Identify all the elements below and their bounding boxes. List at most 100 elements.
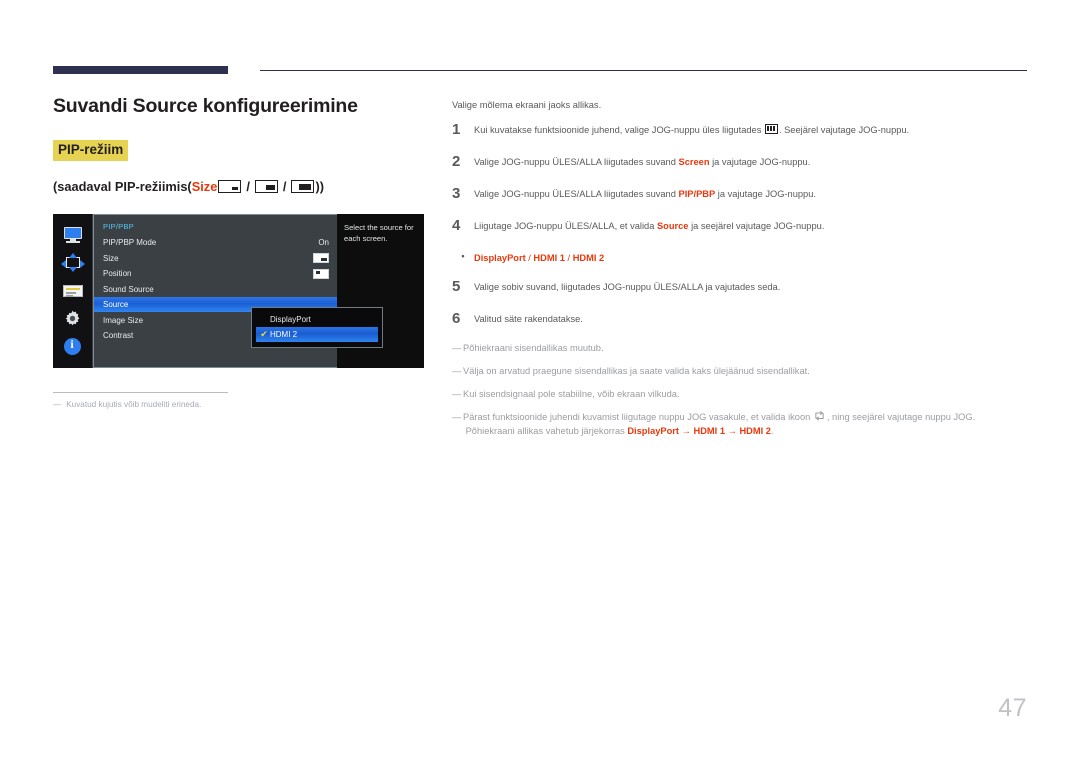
highlight-term: HDMI 2 — [739, 426, 771, 437]
text-run: , ning seejärel vajutage nuppu JOG. — [826, 412, 976, 423]
dropdown-option-label: HDMI 2 — [270, 329, 298, 339]
note-text: Kuvatud kujutis võib mudeliti erineda. — [66, 399, 202, 409]
monitor-icon[interactable] — [61, 225, 85, 244]
step-number: 1 — [452, 121, 461, 138]
osd-panel-icon[interactable] — [61, 281, 85, 300]
page-number: 47 — [998, 694, 1027, 722]
text-run: Valige JOG-nuppu ÜLES/ALLA liigutades su… — [474, 156, 679, 167]
menu-icon — [764, 124, 778, 134]
step-number: 3 — [452, 184, 461, 202]
dropdown-option-label: DisplayPort — [270, 314, 311, 324]
note-text: Pärast funktsioonide juhendi kuvamist li… — [463, 411, 1027, 439]
text-run: ja vajutage JOG-nuppu. — [715, 188, 816, 199]
source-dropdown: DisplayPort ✔ HDMI 2 — [251, 306, 383, 348]
osd-row-label: PIP/PBP Mode — [103, 238, 157, 248]
mode-badge: PIP-režiim — [53, 140, 129, 161]
step-number: • — [461, 250, 465, 261]
highlight-term: Source — [656, 220, 689, 231]
availability-suffix: )) — [315, 178, 324, 194]
dropdown-option-hdmi2[interactable]: ✔ HDMI 2 — [256, 326, 378, 342]
step-text: Valige JOG-nuppu ÜLES/ALLA liigutades su… — [474, 153, 810, 169]
gear-icon[interactable] — [61, 309, 85, 328]
highlight-term: DisplayPort — [627, 426, 680, 437]
osd-menu-panel: PIP/PBP PIP/PBP Mode On Size Position So… — [93, 213, 383, 368]
osd-row-pip-pbp-mode[interactable]: PIP/PBP Mode On — [94, 235, 337, 251]
step-item: 2 Valige JOG-nuppu ÜLES/ALLA liigutades s… — [452, 153, 1027, 169]
highlight-term: HDMI 1 — [693, 426, 725, 437]
note-item: ― Kui sisendsignaal pole stabiilne, võib … — [452, 388, 1027, 402]
osd-icon-rail — [53, 213, 93, 368]
header-rule-thick — [53, 66, 228, 74]
text-run: Välja on arvatud praegune sisendallikas … — [463, 366, 810, 377]
note-text: Põhiekraani sisendallikas muutub. — [463, 342, 1027, 356]
size-value-icon — [313, 253, 329, 264]
step-number: 2 — [452, 152, 461, 170]
step-item: 1 Kui kuvatakse funktsioonide juhend, val… — [452, 121, 1027, 137]
step-text: Valige JOG-nuppu ÜLES/ALLA liigutades su… — [474, 185, 816, 201]
osd-row-label: Size — [103, 253, 119, 263]
osd-row-position[interactable]: Position — [94, 266, 337, 282]
image-note-block: — Kuvatud kujutis võib mudeliti erineda. — [53, 391, 228, 410]
swap-icon — [814, 411, 825, 421]
note-dash: ― — [452, 389, 462, 400]
step-bullet-item: • DisplayPort / HDMI 1 / HDMI 2 — [452, 249, 1027, 265]
highlight-term: HDMI 2 — [572, 252, 605, 263]
steps-list: 1 Kui kuvatakse funktsioonide juhend, val… — [452, 121, 1027, 327]
note-text: Välja on arvatud praegune sisendallikas … — [463, 365, 1027, 379]
highlight-separator: → — [725, 426, 740, 437]
availability-prefix: (saadaval PIP-režiimis( — [53, 178, 192, 194]
note-item: ― Välja on arvatud praegune sisendallikas… — [452, 365, 1027, 379]
text-run: Pärast funktsioonide juhendi kuvamist li… — [463, 412, 813, 423]
step-number: 5 — [452, 278, 461, 296]
dropdown-option-displayport[interactable]: DisplayPort — [252, 312, 382, 327]
size-large-icon — [291, 179, 315, 193]
right-column: Valige mõlema ekraani jaoks allikas. 1 Ku… — [452, 100, 1027, 448]
osd-row-label: Sound Source — [103, 284, 154, 294]
text-run: Põhiekraani sisendallikas muutub. — [463, 343, 604, 354]
left-column: Suvandi Source konfigureerimine PIP-reži… — [53, 95, 433, 410]
step-item: 5 Valige sobiv suvand, liigutades JOG-nup… — [452, 278, 1027, 294]
text-run: ja vajutage JOG-nuppu. — [709, 156, 811, 167]
osd-row-size[interactable]: Size — [94, 250, 337, 266]
osd-row-value — [313, 253, 329, 264]
osd-screenshot: PIP/PBP PIP/PBP Mode On Size Position — [53, 213, 424, 368]
intro-text: Valige mõlema ekraani jaoks allikas. — [452, 100, 602, 110]
size-small-icon — [218, 179, 242, 193]
highlight-term: PIP/PBP — [678, 188, 716, 199]
text-run: Valige JOG-nuppu ÜLES/ALLA liigutades su… — [474, 188, 679, 199]
step-item: 6 Valitud säte rakendatakse. — [452, 310, 1027, 326]
highlight-term: HDMI 1 — [533, 252, 565, 263]
step-number: 6 — [452, 310, 461, 328]
step-number: 4 — [452, 216, 461, 234]
highlight-separator: / — [564, 252, 573, 263]
highlight-term: Screen — [678, 156, 710, 167]
step-item: 4 Liigutage JOG-nuppu ÜLES/ALLA, et valid… — [452, 217, 1027, 233]
osd-row-sound-source[interactable]: Sound Source — [94, 281, 337, 297]
pip-pbp-icon[interactable] — [60, 253, 85, 273]
availability-separator-1: / — [246, 178, 250, 194]
step-text: Kui kuvatakse funktsioonide juhend, vali… — [474, 121, 909, 137]
osd-row-label: Source — [103, 300, 129, 310]
header-rule-thin — [260, 70, 1027, 71]
step-text: DisplayPort / HDMI 1 / HDMI 2 — [474, 249, 604, 265]
note-item: ― Põhiekraani sisendallikas muutub. — [452, 342, 1027, 356]
note-item: ― Pärast funktsioonide juhendi kuvamist l… — [452, 411, 1027, 439]
text-run: Valitud säte rakendatakse. — [474, 314, 583, 325]
image-note: — Kuvatud kujutis võib mudeliti erineda. — [53, 399, 228, 410]
availability-size-keyword: Size — [191, 178, 218, 194]
step-text: Valitud säte rakendatakse. — [474, 310, 583, 326]
info-icon[interactable] — [61, 337, 85, 356]
osd-row-value — [313, 268, 329, 279]
text-run: Põhiekraani allikas vahetub järjekorras — [465, 426, 628, 437]
step-item: 3 Valige JOG-nuppu ÜLES/ALLA liigutades s… — [452, 185, 1027, 201]
availability-separator-2: / — [282, 178, 287, 194]
note-dash: ― — [452, 366, 462, 377]
note-dash: ― — [452, 412, 462, 423]
image-note-divider — [53, 391, 228, 393]
header-rules — [53, 66, 1027, 78]
text-run: Liigutage JOG-nuppu ÜLES/ALLA, et valida — [474, 220, 657, 231]
osd-row-label: Position — [103, 269, 132, 279]
step-text: Liigutage JOG-nuppu ÜLES/ALLA, et valida… — [474, 217, 824, 233]
text-run: ja seejärel vajutage JOG-nuppu. — [688, 220, 825, 231]
note-dash: — — [53, 399, 62, 409]
